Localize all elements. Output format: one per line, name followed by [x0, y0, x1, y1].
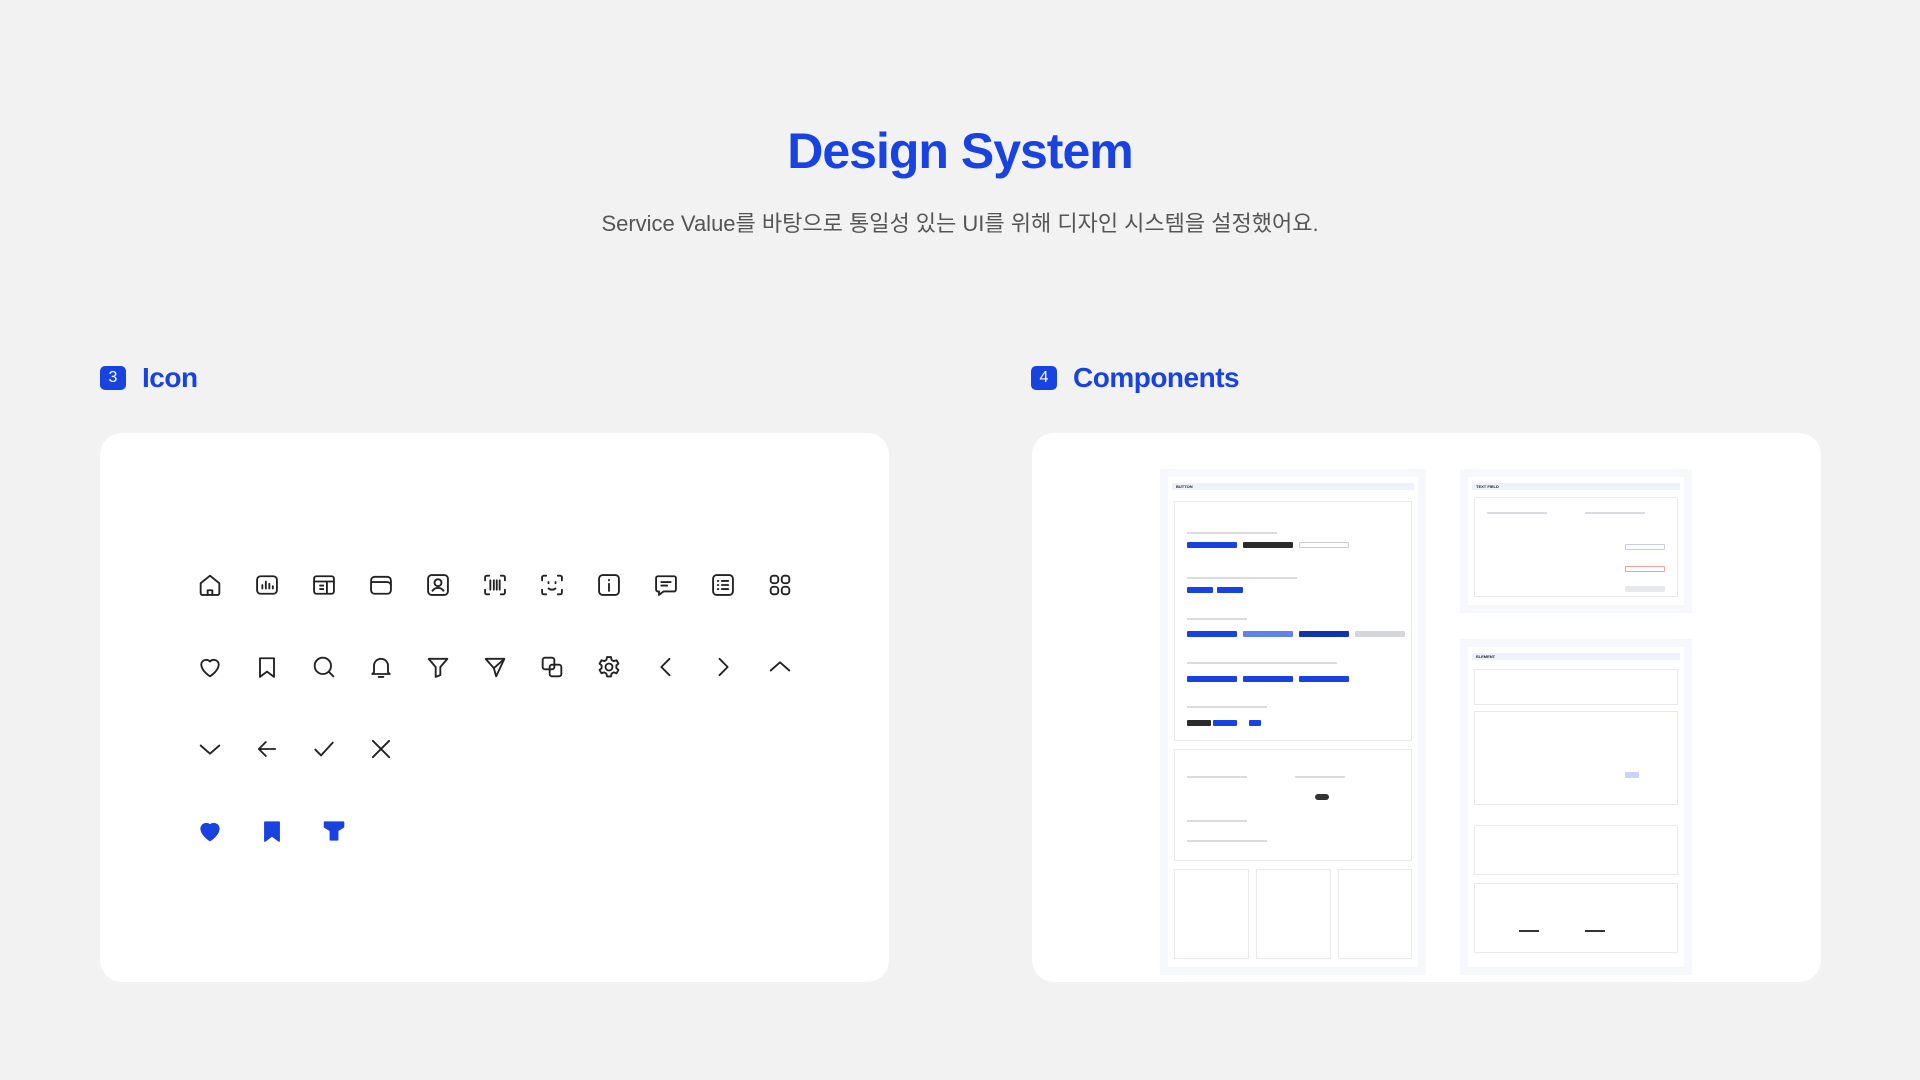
- text-field-group: [1474, 497, 1678, 597]
- mini-button: [1187, 587, 1213, 593]
- filter-icon: [422, 651, 454, 683]
- mini-toggle: [1315, 794, 1329, 800]
- thumbnail-label: BUTTON: [1176, 484, 1193, 489]
- page-subtitle: Service Value를 바탕으로 통일성 있는 UI를 위해 디자인 시스…: [601, 211, 1319, 236]
- mini-text: [1187, 840, 1267, 842]
- pagination-group: [1474, 883, 1678, 953]
- mini-button: [1299, 542, 1349, 548]
- chat-icon: [650, 569, 682, 601]
- mini-text: [1187, 532, 1277, 534]
- mini-text: [1187, 776, 1247, 778]
- bell-icon: [365, 651, 397, 683]
- mini-button: [1355, 631, 1405, 637]
- mini-button: [1243, 676, 1293, 682]
- bookmark-icon: [251, 651, 283, 683]
- stepper-group: [1474, 825, 1678, 875]
- section-title: Icon: [142, 362, 198, 393]
- mini-button: [1217, 587, 1243, 593]
- chevron-right-icon: [707, 651, 739, 683]
- mini-button: [1187, 720, 1211, 726]
- info-icon: [593, 569, 625, 601]
- mini-text: [1187, 706, 1267, 708]
- mini-button: [1213, 720, 1237, 726]
- filter-filled-icon: [318, 815, 350, 847]
- components-panel: BUTTON TEXT FIELD ELEMENT: [1032, 433, 1821, 982]
- mini-button: [1187, 542, 1237, 548]
- heart-filled-icon: [194, 815, 226, 847]
- copy-icon: [536, 651, 568, 683]
- mini-button: [1249, 720, 1261, 726]
- mini-input: [1625, 566, 1665, 572]
- mini-text: [1187, 662, 1337, 664]
- mini-button: [1243, 631, 1293, 637]
- mini-button: [1299, 676, 1349, 682]
- check-icon: [308, 733, 340, 765]
- mini-input: [1625, 544, 1665, 550]
- chevron-up-icon: [764, 651, 796, 683]
- heart-icon: [194, 651, 226, 683]
- send-icon: [479, 651, 511, 683]
- icon-panel: [100, 433, 889, 982]
- section-number-badge: 3: [100, 366, 126, 390]
- mini-text: [1585, 930, 1605, 932]
- cta-button-group: [1174, 501, 1412, 741]
- mini-button: [1243, 542, 1293, 548]
- mini-text: [1187, 820, 1247, 822]
- bookmark-filled-icon: [256, 815, 288, 847]
- layout-icon: [308, 569, 340, 601]
- segmentation-group: [1174, 749, 1412, 861]
- mini-text: [1585, 512, 1645, 514]
- section-number-badge: 4: [1031, 366, 1057, 390]
- gear-icon: [593, 651, 625, 683]
- mini-chip: [1625, 772, 1639, 778]
- section-header-components: 4 Components: [1031, 360, 1240, 396]
- close-icon: [365, 733, 397, 765]
- face-scan-icon: [536, 569, 568, 601]
- list-icon: [707, 569, 739, 601]
- mini-text: [1295, 776, 1345, 778]
- mini-input: [1625, 586, 1665, 592]
- checkbox-group: [1338, 869, 1412, 959]
- mini-text: [1487, 512, 1547, 514]
- grid-icon: [764, 569, 796, 601]
- mini-text: [1187, 618, 1247, 620]
- wallet-icon: [365, 569, 397, 601]
- element-spec-thumbnail: ELEMENT: [1468, 647, 1684, 967]
- text-field-spec-thumbnail: TEXT FIELD: [1468, 477, 1684, 605]
- section-title: Components: [1073, 362, 1240, 393]
- mini-text: [1187, 577, 1297, 579]
- chip-group: [1474, 711, 1678, 805]
- home-icon: [194, 569, 226, 601]
- button-spec-thumbnail: BUTTON: [1168, 477, 1418, 967]
- barcode-icon: [479, 569, 511, 601]
- thumbnail-label: ELEMENT: [1476, 654, 1496, 659]
- profile-icon: [422, 569, 454, 601]
- checkbox-group: [1256, 869, 1331, 959]
- section-header-icon: 3 Icon: [100, 360, 198, 396]
- mini-button: [1299, 631, 1349, 637]
- search-icon: [308, 651, 340, 683]
- page-title: Design System: [787, 123, 1133, 179]
- tab-group: [1474, 669, 1678, 705]
- chart-icon: [251, 569, 283, 601]
- mini-text: [1519, 930, 1539, 932]
- checkbox-group: [1174, 869, 1249, 959]
- mini-button: [1187, 676, 1237, 682]
- chevron-down-icon: [194, 733, 226, 765]
- arrow-left-icon: [251, 733, 283, 765]
- thumbnail-label: TEXT FIELD: [1476, 484, 1499, 489]
- chevron-left-icon: [650, 651, 682, 683]
- mini-button: [1187, 631, 1237, 637]
